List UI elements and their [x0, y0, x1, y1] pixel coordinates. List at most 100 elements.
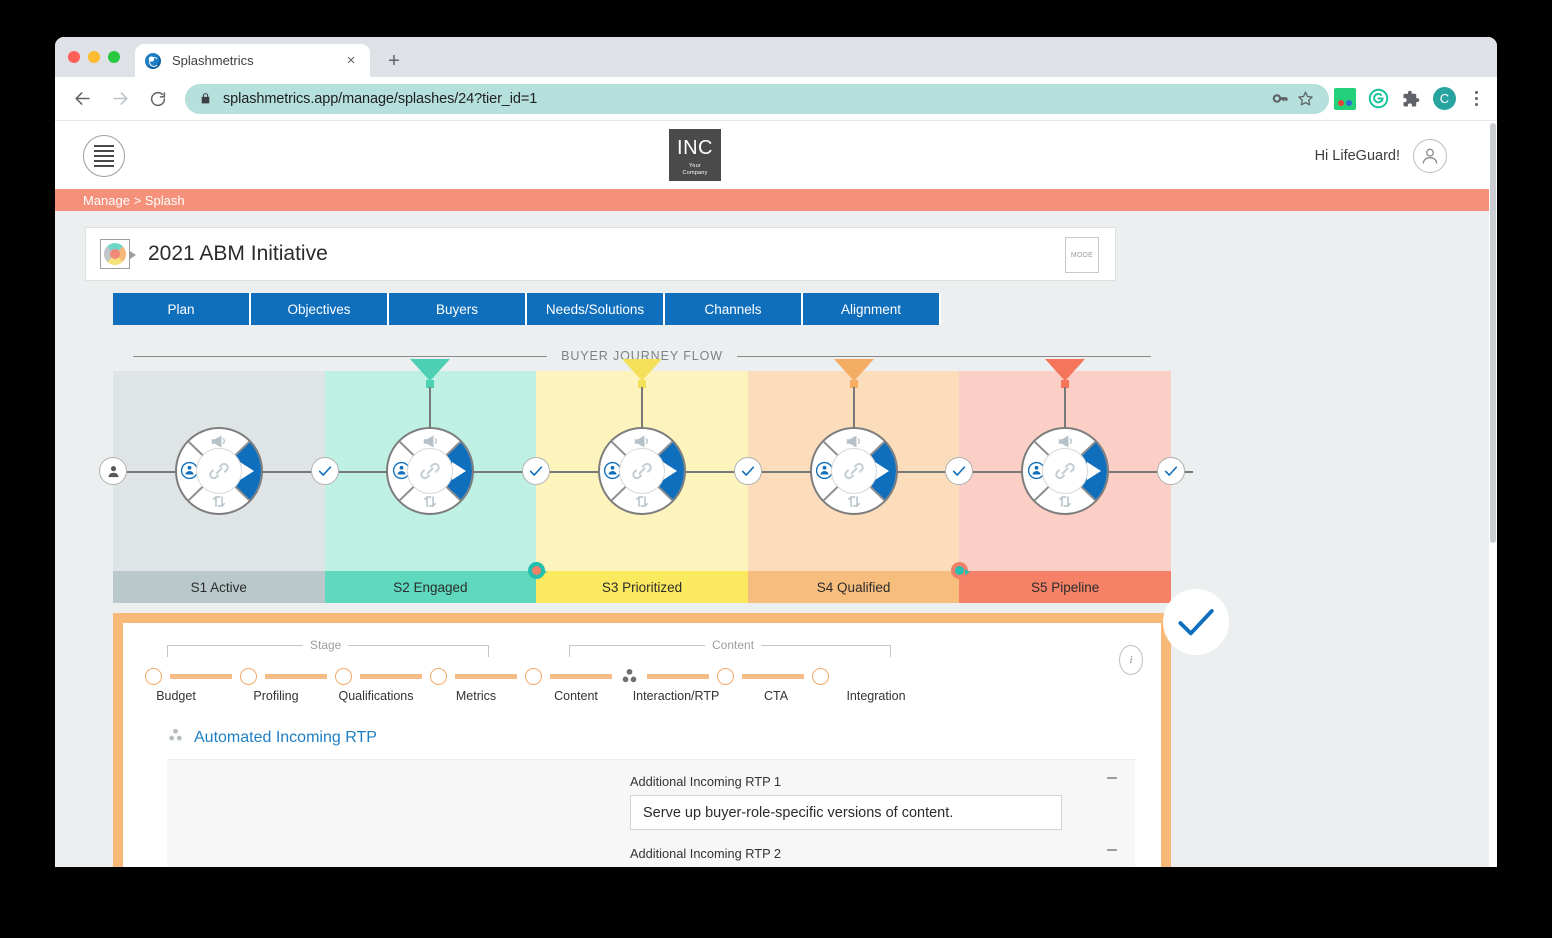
buyer-journey-flow: BUYER JOURNEY FLOW S1 Active S2 Engaged … [99, 341, 1193, 603]
step-node-row [145, 667, 829, 686]
check-icon[interactable] [733, 457, 762, 485]
step-budget[interactable] [145, 668, 162, 685]
step-content-label: Content [554, 689, 598, 703]
step-group-bracket: Stage [167, 638, 489, 657]
stage-wheel[interactable] [386, 427, 475, 515]
stage-wheel[interactable] [809, 427, 898, 515]
step-metrics[interactable] [430, 668, 447, 685]
stage-label-5[interactable]: S5 Pipeline [959, 571, 1171, 603]
journey-stage-4[interactable] [733, 359, 960, 571]
rtp-settings-block: CountryLanguageReferral Source Additiona… [167, 759, 1135, 867]
tab-alignment[interactable]: Alignment [803, 293, 941, 325]
color-square-extension-icon[interactable] [1334, 87, 1356, 110]
stage-label-text: S1 Active [190, 579, 247, 595]
stage-wheel[interactable] [1021, 427, 1110, 515]
field-label: Additional Incoming RTP 2 [630, 846, 782, 861]
stage-label-3[interactable]: S3 Prioritized [536, 571, 748, 603]
check-icon[interactable] [945, 457, 974, 485]
tab-label: Buyers [435, 301, 479, 317]
stage-label-4[interactable]: S4 Qualified [747, 562, 971, 603]
mode-button[interactable]: MODE [1065, 237, 1099, 273]
retweet-icon[interactable] [1053, 492, 1077, 510]
step-content[interactable] [525, 668, 542, 685]
field-input[interactable] [630, 795, 1062, 830]
retweet-icon[interactable] [207, 492, 231, 510]
journey-stage-1[interactable] [99, 371, 325, 571]
check-icon[interactable] [522, 457, 551, 485]
link-icon[interactable] [830, 448, 877, 494]
rtp-fields: Additional Incoming RTP 1 Additional Inco… [622, 760, 1135, 867]
grammarly-extension-icon[interactable] [1367, 88, 1389, 110]
check-icon[interactable] [310, 457, 339, 485]
breadcrumb-text: Manage > Splash [83, 192, 185, 208]
minimize-window-button[interactable] [88, 51, 100, 63]
retweet-icon[interactable] [842, 492, 866, 510]
star-icon[interactable] [1294, 88, 1316, 110]
stage-wheel[interactable] [174, 427, 263, 515]
step-cta[interactable] [717, 668, 734, 685]
stage-wheel[interactable] [597, 427, 686, 515]
retweet-icon[interactable] [630, 492, 654, 510]
minus-icon[interactable] [1107, 849, 1117, 851]
reload-icon[interactable] [143, 84, 173, 114]
journey-stages [99, 359, 1193, 571]
blue-check-icon [1163, 589, 1229, 655]
link-icon[interactable] [407, 448, 454, 494]
scrollbar-thumb[interactable] [1490, 123, 1496, 543]
maximize-window-button[interactable] [108, 51, 120, 63]
tab-buyers[interactable]: Buyers [389, 293, 527, 325]
person-icon[interactable] [99, 457, 127, 485]
new-tab-button[interactable]: + [380, 47, 408, 75]
tab-channels[interactable]: Channels [665, 293, 803, 325]
three-dot-menu-icon[interactable] [1467, 91, 1485, 106]
omnibox-actions [1269, 88, 1316, 110]
step-form-inner: Stage Content Budget Profiling Qualification… [123, 623, 1161, 867]
tab-needs-solutions[interactable]: Needs/Solutions [527, 293, 665, 325]
back-icon[interactable] [67, 84, 97, 114]
tab-plan[interactable]: Plan [113, 293, 251, 325]
key-icon[interactable] [1269, 88, 1291, 110]
journey-stage-3[interactable] [522, 359, 748, 571]
hamburger-menu-icon[interactable] [83, 135, 125, 177]
step-interaction-rtp[interactable] [620, 667, 639, 686]
minus-icon[interactable] [1107, 777, 1117, 779]
link-icon[interactable] [1042, 448, 1089, 494]
page-title: 2021 ABM Initiative [148, 242, 328, 265]
journey-stage-labels: S1 Active S2 Engaged S3 Prioritized S4 Qual… [113, 562, 1171, 603]
page-viewport: INC Your Company Hi LifeGuard! Manage > … [55, 121, 1497, 867]
journey-stage-5[interactable] [945, 359, 1193, 571]
close-icon[interactable]: × [342, 52, 360, 70]
step-connector [265, 674, 327, 679]
stage-label-text: S4 Qualified [816, 579, 891, 595]
puzzle-extensions-icon[interactable] [1400, 88, 1422, 110]
step-qualifications[interactable] [335, 668, 352, 685]
tab-label: Alignment [840, 301, 902, 317]
page-scrollbar[interactable] [1489, 121, 1497, 867]
link-icon[interactable] [195, 448, 242, 494]
user-greeting[interactable]: Hi LifeGuard! [1315, 139, 1447, 173]
stage-label-2[interactable]: S2 Engaged [324, 562, 548, 603]
field-label: Additional Incoming RTP 1 [630, 774, 782, 789]
retweet-icon[interactable] [418, 492, 442, 510]
step-profiling[interactable] [240, 668, 257, 685]
profile-avatar[interactable]: C [1433, 87, 1456, 110]
logo-main-text: INC [677, 137, 713, 159]
step-integration[interactable] [812, 668, 829, 685]
tab-label: Needs/Solutions [545, 301, 645, 317]
info-icon[interactable]: i [1119, 645, 1143, 675]
tab-objectives[interactable]: Objectives [251, 293, 389, 325]
tab-label: Channels [704, 301, 762, 317]
journey-stage-2[interactable] [310, 359, 537, 571]
link-icon[interactable] [618, 448, 665, 494]
step-connector [550, 674, 612, 679]
check-icon[interactable] [1156, 457, 1185, 485]
stage-label-1[interactable]: S1 Active [113, 571, 325, 603]
browser-tab[interactable]: Splashmetrics × [135, 44, 370, 77]
field-additional-incoming-rtp-2: Additional Incoming RTP 2 [630, 846, 1121, 867]
splashmetrics-app: INC Your Company Hi LifeGuard! Manage > … [55, 121, 1489, 867]
user-avatar-icon[interactable] [1413, 139, 1447, 173]
close-window-button[interactable] [68, 51, 80, 63]
breadcrumb[interactable]: Manage > Splash [55, 189, 1489, 211]
address-bar[interactable]: splashmetrics.app/manage/splashes/24?tie… [185, 83, 1329, 114]
segmented-circle-icon [100, 239, 136, 269]
